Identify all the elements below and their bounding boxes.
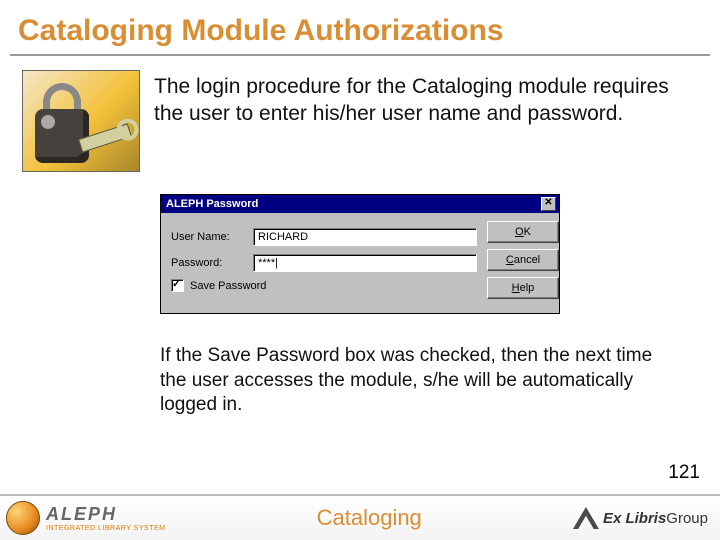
cancel-button[interactable]: Cancel (487, 249, 559, 271)
aleph-password-dialog: ALEPH Password ✕ User Name: RICHARD Pass… (160, 194, 560, 314)
password-input[interactable]: ****| (253, 254, 477, 272)
content-row: The login procedure for the Cataloging m… (0, 66, 720, 172)
aleph-subtitle: INTEGRATED LIBRARY SYSTEM (46, 525, 165, 532)
page-title: Cataloging Module Authorizations (0, 0, 720, 54)
close-icon[interactable]: ✕ (541, 197, 556, 211)
username-input[interactable]: RICHARD (253, 228, 477, 246)
dialog-body: User Name: RICHARD Password: ****| Save … (161, 213, 559, 313)
title-underline (10, 54, 710, 56)
dialog-titlebar: ALEPH Password ✕ (161, 195, 559, 213)
lock-shine-icon (41, 115, 55, 129)
exlibris-logo: Ex Libris Group (573, 507, 720, 529)
save-password-label: Save Password (190, 280, 266, 292)
globe-icon (6, 501, 40, 535)
padlock-clipart (22, 70, 140, 172)
save-password-row: Save Password (171, 279, 477, 292)
ok-button[interactable]: OK (487, 221, 559, 243)
note-text: If the Save Password box was checked, th… (0, 314, 720, 418)
dialog-title: ALEPH Password (166, 198, 258, 210)
password-row: Password: ****| (171, 253, 477, 273)
username-row: User Name: RICHARD (171, 227, 477, 247)
save-password-checkbox[interactable] (171, 279, 184, 292)
dialog-wrap: ALEPH Password ✕ User Name: RICHARD Pass… (0, 172, 720, 314)
aleph-text: ALEPH INTEGRATED LIBRARY SYSTEM (46, 504, 165, 532)
exlibris-icon (573, 507, 599, 529)
username-label: User Name: (171, 231, 253, 243)
footer-center: Cataloging (165, 505, 572, 531)
aleph-name: ALEPH (46, 504, 165, 525)
exlibris-rest: Group (666, 510, 708, 527)
aleph-logo: ALEPH INTEGRATED LIBRARY SYSTEM (0, 501, 165, 535)
dialog-fields: User Name: RICHARD Password: ****| Save … (171, 221, 477, 305)
exlibris-em: Ex Libris (603, 510, 666, 527)
footer: ALEPH INTEGRATED LIBRARY SYSTEM Catalogi… (0, 494, 720, 540)
help-button[interactable]: Help (487, 277, 559, 299)
password-label: Password: (171, 257, 253, 269)
page-number: 121 (668, 462, 700, 484)
dialog-buttons: OK Cancel Help (477, 221, 553, 305)
intro-text: The login procedure for the Cataloging m… (140, 70, 698, 172)
